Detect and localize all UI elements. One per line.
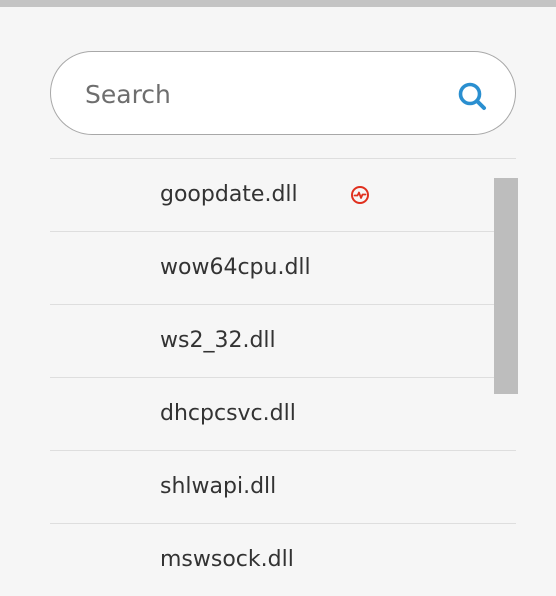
dll-list: goopdate.dll wow64cpu.dll ws2_32.dll dhc…: [50, 158, 516, 596]
activity-alert-icon[interactable]: [350, 185, 370, 205]
item-label: ws2_32.dll: [160, 328, 276, 353]
list-item[interactable]: mswsock.dll: [50, 523, 516, 596]
item-label: dhcpcsvc.dll: [160, 401, 296, 426]
item-label: mswsock.dll: [160, 547, 294, 572]
list-item[interactable]: ws2_32.dll: [50, 304, 516, 377]
item-label: wow64cpu.dll: [160, 255, 311, 280]
top-divider: [0, 0, 556, 7]
dll-list-panel: goopdate.dll wow64cpu.dll ws2_32.dll dhc…: [0, 0, 556, 596]
search-input[interactable]: [85, 72, 445, 116]
list-item[interactable]: dhcpcsvc.dll: [50, 377, 516, 450]
list-item[interactable]: goopdate.dll: [50, 158, 516, 231]
list-item[interactable]: wow64cpu.dll: [50, 231, 516, 304]
scrollbar-thumb[interactable]: [494, 178, 518, 394]
list-item[interactable]: shlwapi.dll: [50, 450, 516, 523]
search-icon[interactable]: [456, 80, 490, 114]
item-label: goopdate.dll: [160, 182, 298, 207]
item-label: shlwapi.dll: [160, 474, 277, 499]
search-box[interactable]: [50, 51, 516, 135]
